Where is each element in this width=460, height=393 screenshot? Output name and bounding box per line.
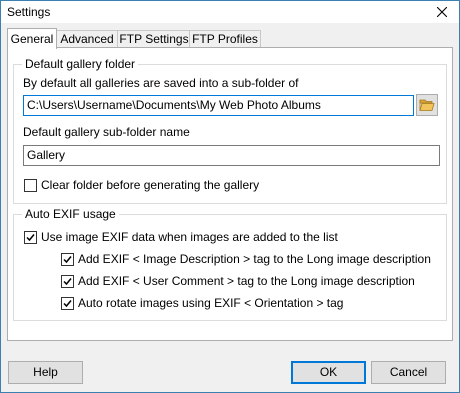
exif-image-description-label: Add EXIF < Image Description > tag to th… [78,252,431,266]
tab-advanced[interactable]: Advanced [55,30,119,48]
exif-option-row[interactable]: Add EXIF < Image Description > tag to th… [61,251,431,267]
exif-image-description-checkbox[interactable] [61,252,74,266]
window-title: Settings [7,5,51,19]
tab-general[interactable]: General [7,28,57,49]
folder-icon [419,99,435,111]
exif-user-comment-label: Add EXIF < User Comment > tag to the Lon… [78,274,415,288]
default-gallery-folder-group: Default gallery folder By default all ga… [13,57,447,204]
checkmark-icon [63,299,72,307]
help-button[interactable]: Help [8,361,83,384]
tab-ftp-profiles[interactable]: FTP Profiles [189,30,261,48]
clear-folder-checkbox-row[interactable]: Clear folder before generating the galle… [24,177,259,193]
exif-option-row[interactable]: Auto rotate images using EXIF < Orientat… [61,295,343,311]
group-title: Auto EXIF usage [22,207,119,221]
exif-auto-rotate-label: Auto rotate images using EXIF < Orientat… [78,296,344,310]
checkmark-icon [26,233,35,241]
exif-user-comment-checkbox[interactable] [61,274,74,288]
checkmark-icon [63,277,72,285]
subfolder-name-label: Default gallery sub-folder name [23,125,190,139]
clear-folder-label: Clear folder before generating the galle… [41,178,260,192]
subfolder-name-input[interactable]: Gallery [23,145,440,166]
ok-button[interactable]: OK [291,361,366,384]
use-exif-label: Use image EXIF data when images are adde… [41,230,338,244]
clear-folder-checkbox[interactable] [24,178,37,192]
general-tab-panel: Default gallery folder By default all ga… [7,47,453,341]
settings-dialog: Settings General Advanced FTP Settings F… [0,0,460,393]
group-title: Default gallery folder [22,57,139,71]
base-folder-label: By default all galleries are saved into … [23,76,299,90]
use-exif-checkbox-row[interactable]: Use image EXIF data when images are adde… [24,229,338,245]
browse-folder-button[interactable] [416,94,438,116]
tab-ftp-settings[interactable]: FTP Settings [117,30,191,48]
cancel-button[interactable]: Cancel [371,361,446,384]
use-exif-checkbox[interactable] [24,230,37,244]
close-button[interactable] [425,1,459,23]
title-bar: Settings [1,1,459,23]
base-folder-input[interactable]: C:\Users\Username\Documents\My Web Photo… [23,95,414,116]
close-icon [437,7,447,17]
exif-option-row[interactable]: Add EXIF < User Comment > tag to the Lon… [61,273,415,289]
exif-auto-rotate-checkbox[interactable] [61,296,74,310]
checkmark-icon [63,255,72,263]
auto-exif-usage-group: Auto EXIF usage Use image EXIF data when… [13,207,447,321]
